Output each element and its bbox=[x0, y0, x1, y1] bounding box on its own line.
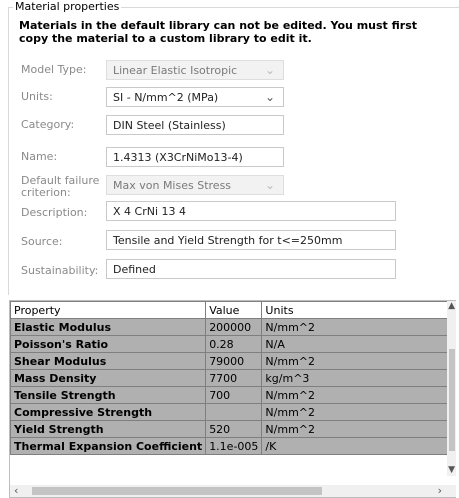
table-row[interactable]: Tensile Strength 700 N/mm^2 bbox=[10, 386, 456, 404]
group-title: Material properties bbox=[13, 0, 122, 13]
cell-value[interactable] bbox=[205, 403, 263, 421]
properties-grid[interactable]: Property Value Units Elastic Modulus 200… bbox=[9, 300, 456, 498]
cell-property: Elastic Modulus bbox=[10, 318, 207, 336]
header-value[interactable]: Value bbox=[205, 301, 263, 319]
cell-value[interactable]: 1.1e-005 bbox=[205, 437, 263, 455]
chevron-down-icon: ⌄ bbox=[264, 178, 275, 192]
sustainability-label: Sustainability: bbox=[21, 264, 99, 277]
table-row[interactable]: Mass Density 7700 kg/m^3 bbox=[10, 369, 456, 387]
scroll-down-arrow-icon[interactable]: ▼ bbox=[448, 465, 455, 475]
table-row[interactable]: Yield Strength 520 N/mm^2 bbox=[10, 420, 456, 438]
cell-units: N/mm^2 bbox=[261, 318, 456, 336]
cell-property: Tensile Strength bbox=[10, 386, 207, 404]
cell-value[interactable]: 200000 bbox=[205, 318, 263, 336]
cell-units: N/mm^2 bbox=[261, 403, 456, 421]
vertical-scrollbar[interactable]: ▲ ▼ bbox=[447, 301, 456, 476]
cell-property: Thermal Expansion Coefficient bbox=[10, 437, 207, 455]
cell-value[interactable]: 0.28 bbox=[205, 335, 263, 353]
units-label: Units: bbox=[21, 90, 53, 103]
cell-property: Poisson's Ratio bbox=[10, 335, 207, 353]
scroll-left-arrow-icon[interactable]: ‹ bbox=[14, 484, 18, 497]
source-field[interactable]: Tensile and Yield Strength for t<=250mm bbox=[106, 230, 396, 250]
cell-value[interactable]: 79000 bbox=[205, 352, 263, 370]
model-type-dropdown[interactable]: Linear Elastic Isotropic ⌄ bbox=[106, 60, 284, 80]
cell-property: Shear Modulus bbox=[10, 352, 207, 370]
scroll-up-arrow-icon[interactable]: ▲ bbox=[448, 301, 455, 311]
name-value: 1.4313 (X3CrNiMo13-4) bbox=[113, 151, 243, 164]
cell-units: N/mm^2 bbox=[261, 386, 456, 404]
vertical-scroll-thumb[interactable] bbox=[449, 349, 455, 451]
source-value: Tensile and Yield Strength for t<=250mm bbox=[113, 234, 343, 247]
cell-value[interactable]: 7700 bbox=[205, 369, 263, 387]
model-type-label: Model Type: bbox=[21, 63, 87, 76]
cell-units: N/mm^2 bbox=[261, 420, 456, 438]
cell-units: N/mm^2 bbox=[261, 352, 456, 370]
cell-property: Compressive Strength bbox=[10, 403, 207, 421]
name-field[interactable]: 1.4313 (X3CrNiMo13-4) bbox=[106, 147, 284, 167]
name-label: Name: bbox=[21, 150, 58, 163]
description-value: X 4 CrNi 13 4 bbox=[113, 205, 187, 218]
table-row[interactable]: Elastic Modulus 200000 N/mm^2 bbox=[10, 318, 456, 336]
cell-value[interactable]: 700 bbox=[205, 386, 263, 404]
units-dropdown[interactable]: SI - N/mm^2 (MPa) ⌄ bbox=[106, 87, 284, 107]
horizontal-scroll-thumb[interactable] bbox=[32, 487, 322, 495]
table-row[interactable]: Shear Modulus 79000 N/mm^2 bbox=[10, 352, 456, 370]
cell-property: Yield Strength bbox=[10, 420, 207, 438]
table-header-row: Property Value Units bbox=[10, 301, 456, 319]
table-row[interactable]: Poisson's Ratio 0.28 N/A bbox=[10, 335, 456, 353]
model-type-value: Linear Elastic Isotropic bbox=[113, 64, 238, 77]
failure-criterion-value: Max von Mises Stress bbox=[113, 179, 232, 192]
cell-units: kg/m^3 bbox=[261, 369, 456, 387]
failure-criterion-dropdown[interactable]: Max von Mises Stress ⌄ bbox=[106, 175, 284, 195]
table-row[interactable]: Thermal Expansion Coefficient 1.1e-005 /… bbox=[10, 437, 456, 455]
units-value: SI - N/mm^2 (MPa) bbox=[113, 91, 219, 104]
chevron-down-icon: ⌄ bbox=[264, 90, 275, 104]
sustainability-field[interactable]: Defined bbox=[106, 259, 396, 279]
table-row[interactable]: Compressive Strength N/mm^2 bbox=[10, 403, 456, 421]
header-units[interactable]: Units bbox=[261, 301, 456, 319]
source-label: Source: bbox=[21, 235, 63, 248]
failure-criterion-label: Default failure criterion: bbox=[21, 174, 100, 199]
scroll-right-arrow-icon[interactable]: › bbox=[438, 484, 442, 497]
horizontal-scrollbar[interactable]: ‹ › bbox=[10, 484, 456, 497]
cell-value[interactable]: 520 bbox=[205, 420, 263, 438]
cell-units: /K bbox=[261, 437, 456, 455]
description-label: Description: bbox=[21, 206, 88, 219]
sustainability-value: Defined bbox=[113, 263, 156, 276]
chevron-down-icon: ⌄ bbox=[264, 63, 275, 77]
properties-table: Property Value Units Elastic Modulus 200… bbox=[10, 301, 456, 455]
header-property[interactable]: Property bbox=[10, 301, 207, 319]
category-label: Category: bbox=[21, 118, 75, 131]
description-field[interactable]: X 4 CrNi 13 4 bbox=[106, 201, 396, 221]
cell-property: Mass Density bbox=[10, 369, 207, 387]
read-only-notice: Materials in the default library can not… bbox=[19, 19, 418, 45]
category-field[interactable]: DIN Steel (Stainless) bbox=[106, 115, 284, 135]
cell-units: N/A bbox=[261, 335, 456, 353]
category-value: DIN Steel (Stainless) bbox=[113, 119, 226, 132]
